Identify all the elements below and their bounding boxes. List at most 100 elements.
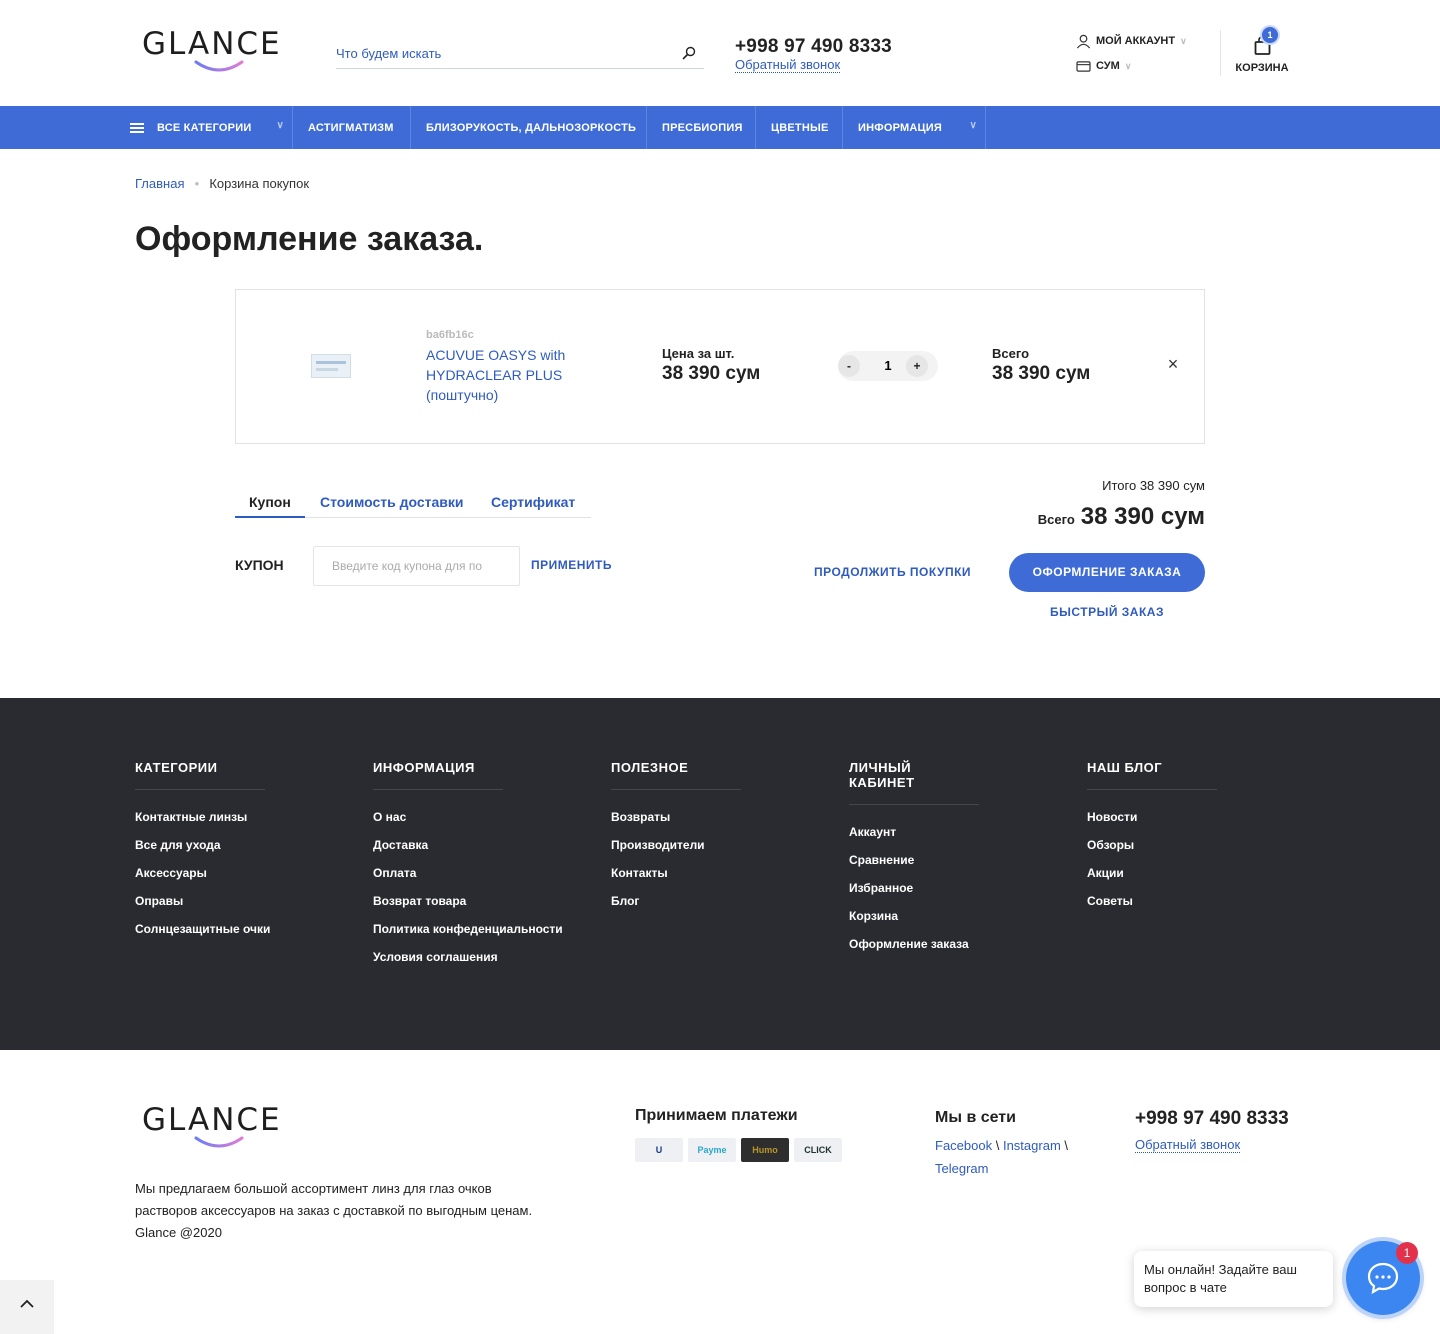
chevron-down-icon: ∨ xyxy=(1180,35,1187,46)
breadcrumb-home[interactable]: Главная xyxy=(135,176,184,191)
site-header: GLANCE +998 97 490 8333 Обратный звонок … xyxy=(0,0,1440,106)
nav-all-categories[interactable]: ВСЕ КАТЕГОРИИ ∨ xyxy=(0,106,293,149)
footer-link[interactable]: Возврат товара xyxy=(373,887,573,915)
footer-link[interactable]: Контакты xyxy=(611,859,811,887)
checkout-button[interactable]: ОФОРМЛЕНИЕ ЗАКАЗА xyxy=(1009,553,1205,592)
chat-greeting-bubble[interactable]: Мы онлайн! Задайте ваш вопрос в чате xyxy=(1134,1251,1333,1307)
footer-link[interactable]: Оправы xyxy=(135,887,335,915)
footer-link[interactable]: Аксессуары xyxy=(135,859,335,887)
footer-link[interactable]: Условия соглашения xyxy=(373,943,573,971)
footer-link[interactable]: Избранное xyxy=(849,874,1049,902)
product-sku: ba6fb16c xyxy=(426,329,474,341)
footer-link[interactable]: Оформление заказа xyxy=(849,930,1049,958)
nav-label: ЦВЕТНЫЕ xyxy=(771,121,829,134)
account-label: МОЙ АККАУНТ xyxy=(1096,35,1176,47)
breadcrumb-separator: ● xyxy=(194,179,200,188)
footer-link[interactable]: Советы xyxy=(1087,887,1287,915)
chevron-down-icon: ∨ xyxy=(276,120,284,131)
footer-link[interactable]: Оплата xyxy=(373,859,573,887)
qty-input[interactable] xyxy=(876,351,900,381)
footer-link[interactable]: Политика конфеденциальности xyxy=(373,915,573,943)
social-title: Мы в сети xyxy=(935,1109,1016,1126)
footer-link[interactable]: Сравнение xyxy=(849,846,1049,874)
footer-column-title: ЛИЧНЫЙ КАБИНЕТ xyxy=(849,760,979,805)
footer-column-title: НАШ БЛОГ xyxy=(1087,760,1217,790)
nav-label: ИНФОРМАЦИЯ xyxy=(858,121,942,134)
chat-icon xyxy=(1367,1262,1399,1295)
footer-logo[interactable]: GLANCE xyxy=(142,1104,300,1154)
breadcrumb: Главная ● Корзина покупок xyxy=(135,176,309,191)
payment-logos: U Payme Humo CLICK xyxy=(635,1138,842,1162)
tab-certificate[interactable]: Сертификат xyxy=(491,494,575,510)
footer-phone[interactable]: +998 97 490 8333 xyxy=(1135,1108,1289,1130)
footer-links: КАТЕГОРИИ Контактные линзы Все для ухода… xyxy=(0,698,1440,1050)
footer-link[interactable]: Аккаунт xyxy=(849,818,1049,846)
footer-link[interactable]: Производители xyxy=(611,831,811,859)
footer-link[interactable]: Солнцезащитные очки xyxy=(135,915,335,943)
footer-link[interactable]: Доставка xyxy=(373,831,573,859)
nav-colored[interactable]: ЦВЕТНЫЕ xyxy=(756,106,843,149)
footer-column-information: ИНФОРМАЦИЯ О нас Доставка Оплата Возврат… xyxy=(373,760,573,971)
chevron-down-icon: ∨ xyxy=(1124,60,1132,71)
nav-presbyopia[interactable]: ПРЕСБИОПИЯ xyxy=(647,106,756,149)
tab-delivery-cost[interactable]: Стоимость доставки xyxy=(320,494,464,510)
logo-smile-icon xyxy=(194,1136,244,1148)
footer-link[interactable]: Блог xyxy=(611,887,811,915)
facebook-link[interactable]: Facebook xyxy=(935,1138,992,1153)
footer-link[interactable]: Обзоры xyxy=(1087,831,1287,859)
footer-about-text: Мы предлагаем большой ассортимент линз д… xyxy=(135,1181,533,1218)
scroll-to-top-button[interactable] xyxy=(0,1280,54,1334)
footer-callback-link[interactable]: Обратный звонок xyxy=(1135,1137,1241,1153)
tab-coupon[interactable]: Купон xyxy=(249,494,291,510)
page-title: Оформление заказа. xyxy=(135,220,484,258)
qty-decrease-button[interactable]: - xyxy=(838,355,860,377)
footer-link[interactable]: О нас xyxy=(373,803,573,831)
social-separator: \ xyxy=(995,1138,1000,1153)
cart-tabs: Купон Стоимость доставки Сертификат xyxy=(235,486,591,518)
footer-link[interactable]: Контактные линзы xyxy=(135,803,335,831)
footer-copyright: Glance @2020 xyxy=(135,1225,222,1240)
qty-increase-button[interactable]: + xyxy=(906,355,928,377)
footer-link[interactable]: Акции xyxy=(1087,859,1287,887)
nav-label: БЛИЗОРУКОСТЬ, ДАЛЬНОЗОРКОСТЬ xyxy=(426,121,637,134)
apply-coupon-button[interactable]: ПРИМЕНИТЬ xyxy=(531,558,612,572)
account-menu[interactable]: МОЙ АККАУНТ ∨ xyxy=(1076,33,1187,49)
social-links: Facebook \ Instagram \ Telegram xyxy=(935,1134,1105,1180)
footer-column-blog: НАШ БЛОГ Новости Обзоры Акции Советы xyxy=(1087,760,1287,915)
search-input[interactable] xyxy=(336,40,666,66)
currency-label: СУМ xyxy=(1096,60,1120,72)
footer-link[interactable]: Корзина xyxy=(849,902,1049,930)
wallet-icon xyxy=(1076,60,1091,72)
coupon-input[interactable] xyxy=(313,546,520,586)
payment-logo-uzcard: U xyxy=(635,1138,683,1162)
telegram-link[interactable]: Telegram xyxy=(935,1161,988,1176)
nav-label: ВСЕ КАТЕГОРИИ xyxy=(157,121,252,134)
footer-link[interactable]: Возвраты xyxy=(611,803,811,831)
cart-button[interactable]: 1 КОРЗИНА xyxy=(1234,27,1290,78)
site-logo[interactable]: GLANCE xyxy=(142,28,300,78)
header-callback-link[interactable]: Обратный звонок xyxy=(735,57,841,73)
cart-item-row: ba6fb16c ACUVUE OASYS with HYDRACLEAR PL… xyxy=(235,289,1205,444)
search-icon[interactable] xyxy=(682,46,696,60)
remove-item-icon[interactable]: × xyxy=(1165,355,1181,373)
product-thumbnail[interactable] xyxy=(311,354,351,378)
footer-link[interactable]: Новости xyxy=(1087,803,1287,831)
item-total-label: Всего xyxy=(992,346,1030,361)
logo-text: GLANCE xyxy=(142,26,282,62)
header-divider xyxy=(1220,30,1221,76)
chevron-up-icon xyxy=(20,1299,34,1308)
header-phone[interactable]: +998 97 490 8333 xyxy=(735,36,892,58)
nav-information[interactable]: ИНФОРМАЦИЯ ∨ xyxy=(843,106,986,149)
chevron-down-icon: ∨ xyxy=(969,120,977,131)
nav-myopia[interactable]: БЛИЗОРУКОСТЬ, ДАЛЬНОЗОРКОСТЬ xyxy=(411,106,647,149)
instagram-link[interactable]: Instagram xyxy=(1003,1138,1061,1153)
quick-order-link[interactable]: БЫСТРЫЙ ЗАКАЗ xyxy=(1009,605,1205,619)
footer-link[interactable]: Все для ухода xyxy=(135,831,335,859)
footer-description: Мы предлагаем большой ассортимент линз д… xyxy=(135,1178,545,1244)
product-name-link[interactable]: ACUVUE OASYS with HYDRACLEAR PLUS (пошту… xyxy=(426,345,596,405)
currency-menu[interactable]: СУМ ∨ xyxy=(1076,58,1131,74)
grand-total-value: 38 390 сум xyxy=(1080,503,1205,530)
continue-shopping-link[interactable]: ПРОДОЛЖИТЬ ПОКУПКИ xyxy=(814,565,971,579)
nav-astigmatism[interactable]: АСТИГМАТИЗМ xyxy=(293,106,411,149)
footer-column-useful: ПОЛЕЗНОЕ Возвраты Производители Контакты… xyxy=(611,760,811,915)
